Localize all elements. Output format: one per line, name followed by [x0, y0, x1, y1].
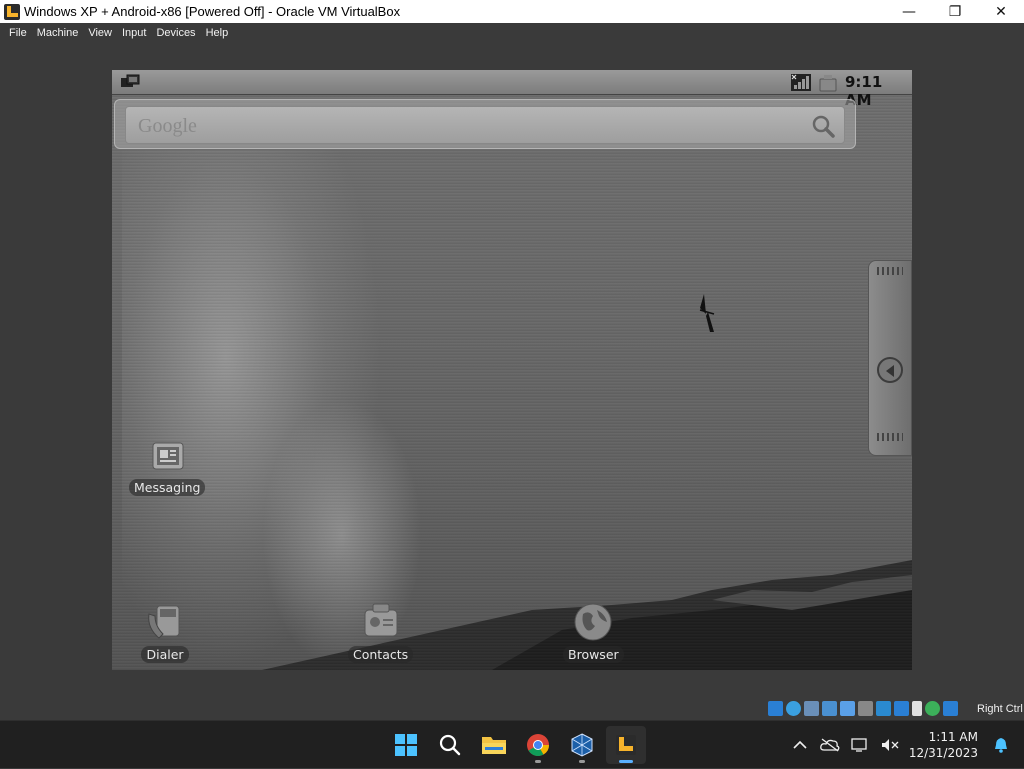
notification-bell-icon[interactable] [986, 730, 1016, 760]
optical-drive-icon[interactable] [786, 701, 801, 716]
clock-time: 1:11 AM [928, 730, 978, 744]
android-status-bar: 9:11 AM [112, 70, 912, 109]
app-label: Dialer [141, 646, 189, 663]
volume-muted-icon[interactable] [875, 730, 905, 760]
mouse-integration-icon[interactable] [943, 701, 958, 716]
usb-icon[interactable] [840, 701, 855, 716]
vbox-status-bar: Right Ctrl [0, 698, 1024, 720]
menu-view[interactable]: View [83, 27, 117, 39]
menu-machine[interactable]: Machine [32, 27, 84, 39]
virtualbox-vm-app-icon [4, 3, 20, 20]
start-button[interactable] [386, 726, 426, 764]
menu-help[interactable]: Help [201, 27, 234, 39]
search-input[interactable]: Google [125, 106, 845, 144]
app-messaging[interactable]: Messaging [129, 433, 206, 496]
menu-bar: File Machine View Input Devices Help [0, 23, 1024, 42]
taskbar-search-button[interactable] [430, 726, 470, 764]
app-label: Browser [563, 646, 624, 663]
browser-globe-icon [574, 603, 612, 641]
guest-additions-icon[interactable] [925, 701, 940, 716]
google-logo: Google [138, 115, 197, 137]
grip-lines [877, 433, 903, 441]
window-titlebar: Windows XP + Android-x86 [Powered Off] -… [0, 0, 1024, 23]
grip-lines [877, 267, 903, 275]
google-search-widget[interactable]: Google [114, 99, 856, 149]
battery-icon [819, 75, 837, 92]
start-icon [395, 734, 417, 756]
drawer-arrow-icon [877, 357, 903, 383]
virtualbox-vm-icon [616, 735, 636, 755]
file-explorer-button[interactable] [474, 726, 514, 764]
usb-debug-icon [121, 74, 140, 87]
menu-devices[interactable]: Devices [151, 27, 200, 39]
close-button[interactable]: ✕ [978, 0, 1024, 23]
virtualbox-icon [571, 733, 593, 757]
minimize-button[interactable]: — [886, 0, 932, 23]
maximize-button[interactable]: ❐ [932, 0, 978, 23]
chrome-button[interactable] [518, 726, 558, 764]
menu-input[interactable]: Input [117, 27, 151, 39]
mouse-cursor-icon [699, 294, 715, 332]
menu-file[interactable]: File [4, 27, 32, 39]
virtualization-icon[interactable] [912, 701, 922, 716]
app-contacts[interactable]: Contacts [348, 600, 414, 663]
audio-icon[interactable] [804, 701, 819, 716]
virtualbox-button[interactable] [562, 726, 602, 764]
taskbar-clock[interactable]: 1:11 AM 12/31/2023 [909, 729, 978, 761]
window-title: Windows XP + Android-x86 [Powered Off] -… [24, 4, 401, 19]
show-hidden-icons-icon[interactable] [785, 730, 815, 760]
network-icon[interactable] [845, 730, 875, 760]
active-indicator [619, 760, 633, 763]
host-key-label: Right Ctrl [977, 703, 1023, 715]
guest-display[interactable]: 9:11 AM Google Messaging Dialer Contacts… [112, 70, 912, 670]
contacts-icon [364, 603, 398, 637]
file-explorer-icon [482, 737, 506, 754]
app-dialer[interactable]: Dialer [141, 600, 189, 663]
signal-strength-icon [791, 74, 811, 91]
running-indicator [535, 760, 541, 763]
messaging-icon [152, 442, 184, 470]
app-drawer-handle[interactable] [868, 260, 912, 456]
recording-icon[interactable] [894, 701, 909, 716]
clock-date: 12/31/2023 [908, 746, 978, 760]
search-icon[interactable] [810, 113, 836, 139]
app-browser[interactable]: Browser [563, 600, 624, 663]
shared-folders-icon[interactable] [858, 701, 873, 716]
wallpaper-rocks [262, 560, 912, 670]
virtualbox-vm-button[interactable] [606, 726, 646, 764]
network-icon[interactable] [822, 701, 837, 716]
app-label: Contacts [348, 646, 414, 663]
hard-disk-icon[interactable] [768, 701, 783, 716]
windows-taskbar: 1:11 AM 12/31/2023 [0, 720, 1024, 768]
app-label: Messaging [129, 479, 206, 496]
display-icon[interactable] [876, 701, 891, 716]
chrome-icon [527, 734, 549, 756]
onedrive-off-icon[interactable] [815, 730, 845, 760]
running-indicator [579, 760, 585, 763]
search-icon [439, 734, 461, 756]
system-tray: 1:11 AM 12/31/2023 [785, 721, 1024, 769]
dialer-icon [148, 605, 180, 639]
